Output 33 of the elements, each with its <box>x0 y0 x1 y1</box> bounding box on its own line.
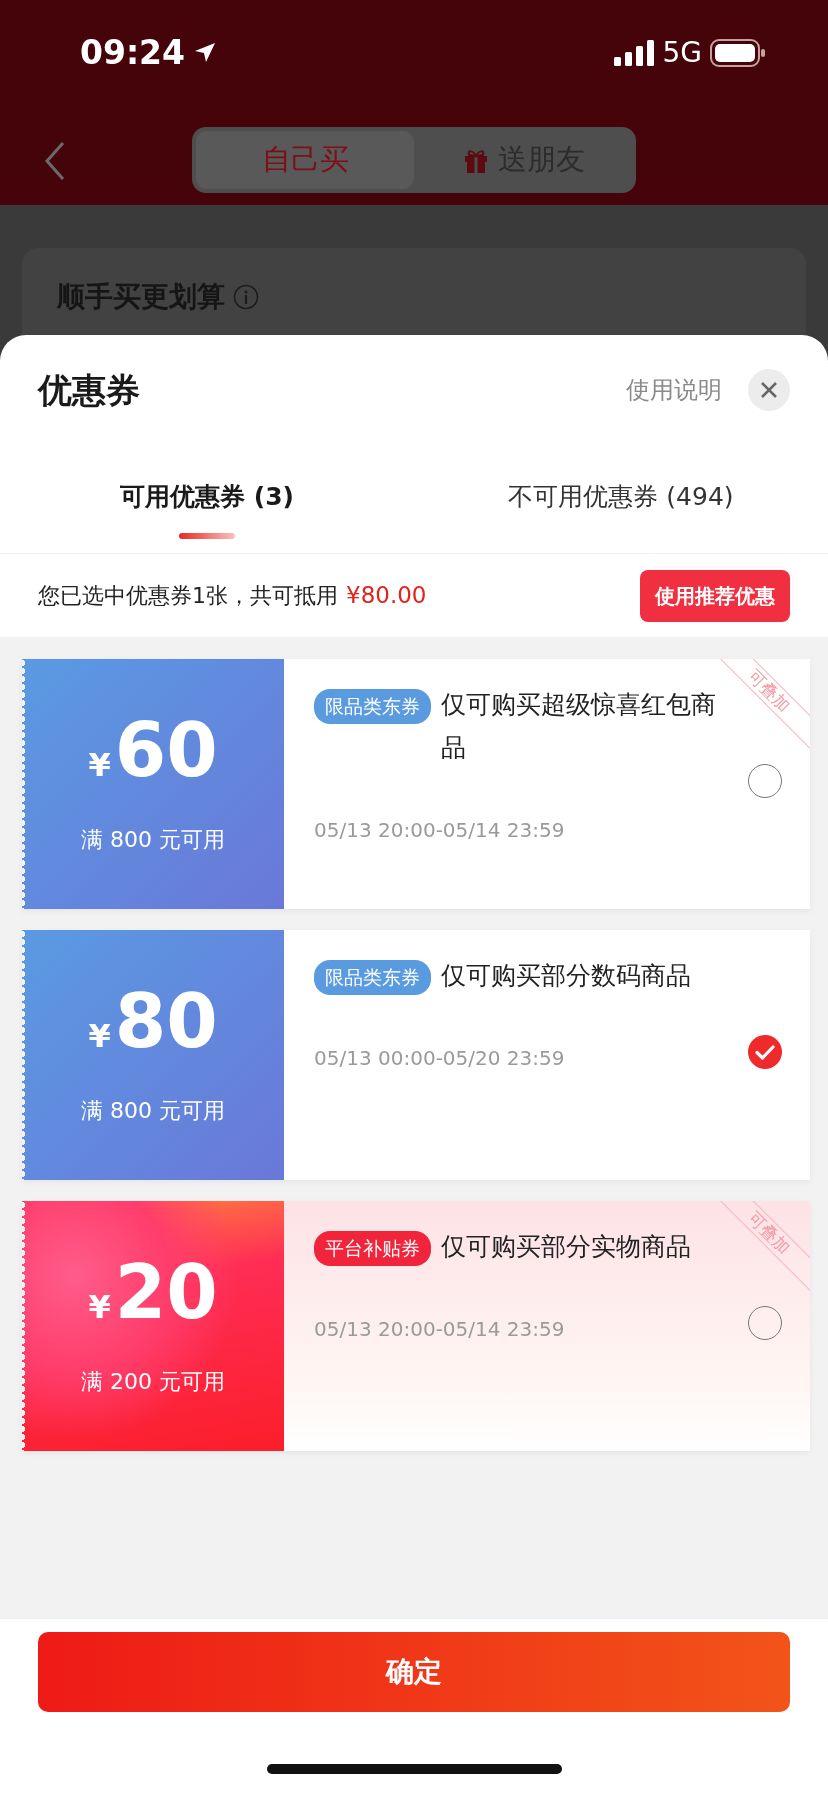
coupon-tab[interactable]: 不可用优惠券 (494) <box>414 445 828 553</box>
currency-symbol: ¥ <box>88 1286 111 1328</box>
currency-symbol: ¥ <box>88 1015 111 1057</box>
battery-icon <box>710 38 766 67</box>
currency-symbol: ¥ <box>88 744 111 786</box>
coupon-amount: 20 <box>114 1254 218 1329</box>
recommend-button[interactable]: 使用推荐优惠 <box>640 569 790 622</box>
close-icon <box>760 381 778 399</box>
network-label: 5G <box>662 34 702 71</box>
coupon-type-tag: 限品类东券 <box>314 689 431 724</box>
coupon-description: 仅可购买部分数码商品 <box>441 960 691 992</box>
validity-period: 05/13 20:00-05/14 23:59 <box>314 817 566 844</box>
coupon-type-tag: 平台补贴券 <box>314 1231 431 1266</box>
coupon-amount: 80 <box>114 983 218 1058</box>
radio-button[interactable] <box>747 1035 782 1069</box>
discount-amount: ¥80.00 <box>346 581 427 611</box>
back-icon[interactable] <box>44 141 66 181</box>
summary-text: 您已选中优惠券1张，共可抵用 <box>38 582 338 610</box>
coupon-tab[interactable]: 可用优惠券 (3) <box>0 445 414 553</box>
validity-period: 05/13 00:00-05/20 23:59 <box>314 1045 566 1072</box>
coupon-description: 仅可购买部分实物商品 <box>441 1231 691 1263</box>
coupon-description: 仅可购买超级惊喜红包商品 <box>441 689 717 764</box>
coupon-condition: 满 800 元可用 <box>81 825 225 854</box>
coupon-condition: 满 800 元可用 <box>81 1096 225 1125</box>
signal-icon <box>614 39 655 66</box>
validity-period: 05/13 20:00-05/14 23:59 <box>314 1316 566 1343</box>
confirm-button[interactable]: 确定 <box>38 1632 790 1712</box>
coupon-amount: 60 <box>114 712 218 787</box>
status-time: 09:24 <box>80 31 186 74</box>
sheet-title: 优惠券 <box>38 368 140 412</box>
close-button[interactable] <box>748 369 790 411</box>
coupon-condition: 满 200 元可用 <box>81 1367 225 1396</box>
coupon-type-tag: 限品类东券 <box>314 960 431 995</box>
